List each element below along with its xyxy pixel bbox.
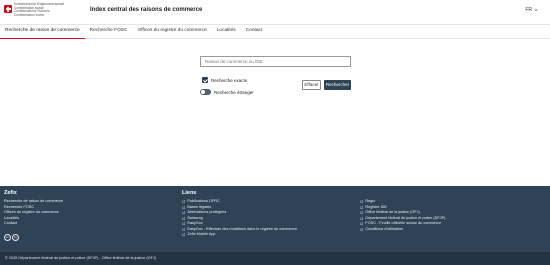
footer-links-col2: Regix Registre IDE Office fédéral de la …	[360, 199, 445, 232]
footer-link[interactable]: Contact	[4, 221, 63, 227]
foreign-search-option[interactable]: Recherche étranger	[200, 89, 254, 95]
chevron-down-icon	[534, 9, 538, 11]
exact-search-checkbox[interactable]	[202, 77, 208, 83]
footer-links-title: Liens	[182, 190, 197, 196]
exact-search-label: Recherche exacte	[211, 77, 248, 83]
footer-zefix-links: Recherche de raison de commerce Recherch…	[4, 199, 63, 227]
external-link-icon	[182, 216, 186, 220]
footer-external-link[interactable]: Zefix Mobile App	[182, 232, 297, 238]
search-button[interactable]: Rechercher	[324, 80, 351, 90]
external-link-icon	[182, 205, 186, 209]
external-link-icon	[182, 222, 186, 225]
confederation-label: Schweizerische Eidgenossenschaft Confédé…	[14, 2, 64, 17]
page-header: Schweizerische Eidgenossenschaft Confédé…	[0, 0, 550, 22]
language-selector[interactable]: FR	[525, 7, 538, 13]
footer-links-col1: Publications OFRC Bases légales Abréviat…	[182, 199, 297, 238]
external-link-icon	[182, 227, 186, 231]
license-badges[interactable]: cc by	[4, 234, 19, 241]
footer-copyright: © 2025 Département fédéral de justice et…	[0, 252, 550, 265]
footer: Zefix Recherche de raison de commerce Re…	[0, 186, 550, 252]
external-link-icon	[182, 200, 186, 203]
tab-fosc-search[interactable]: Recherche FOSC	[85, 24, 133, 39]
footer-zefix-title: Zefix	[4, 190, 17, 196]
tab-registry-offices[interactable]: Offices du registre du commerce	[133, 24, 212, 39]
main-nav: Recherche de raison de commerce Recherch…	[0, 24, 550, 39]
external-link-icon	[360, 211, 364, 214]
swiss-cross-icon	[4, 5, 12, 13]
attribution-icon: by	[12, 234, 19, 241]
creative-commons-icon: cc	[4, 234, 11, 241]
external-link-icon	[360, 200, 364, 203]
foreign-search-toggle[interactable]	[200, 89, 211, 95]
tab-localities[interactable]: Localités	[212, 24, 241, 39]
footer-external-link[interactable]: Conditions d'utilisation	[360, 227, 445, 233]
external-link-icon	[360, 227, 364, 231]
foreign-search-label: Recherche étranger	[214, 89, 254, 95]
external-link-icon	[360, 216, 364, 220]
external-link-icon	[360, 222, 364, 225]
clear-button[interactable]: Effacer	[302, 80, 321, 90]
language-label: FR	[525, 7, 532, 13]
search-input[interactable]: Raison de commerce ou IDE	[200, 56, 351, 67]
tab-company-search[interactable]: Recherche de raison de commerce	[0, 24, 85, 39]
external-link-icon	[360, 205, 364, 209]
external-link-icon	[182, 233, 186, 236]
exact-search-option[interactable]: Recherche exacte	[202, 77, 247, 83]
external-link-icon	[182, 211, 186, 214]
tab-contact[interactable]: Contact	[241, 24, 268, 39]
app-title: Index central des raisons de commerce	[90, 7, 203, 13]
